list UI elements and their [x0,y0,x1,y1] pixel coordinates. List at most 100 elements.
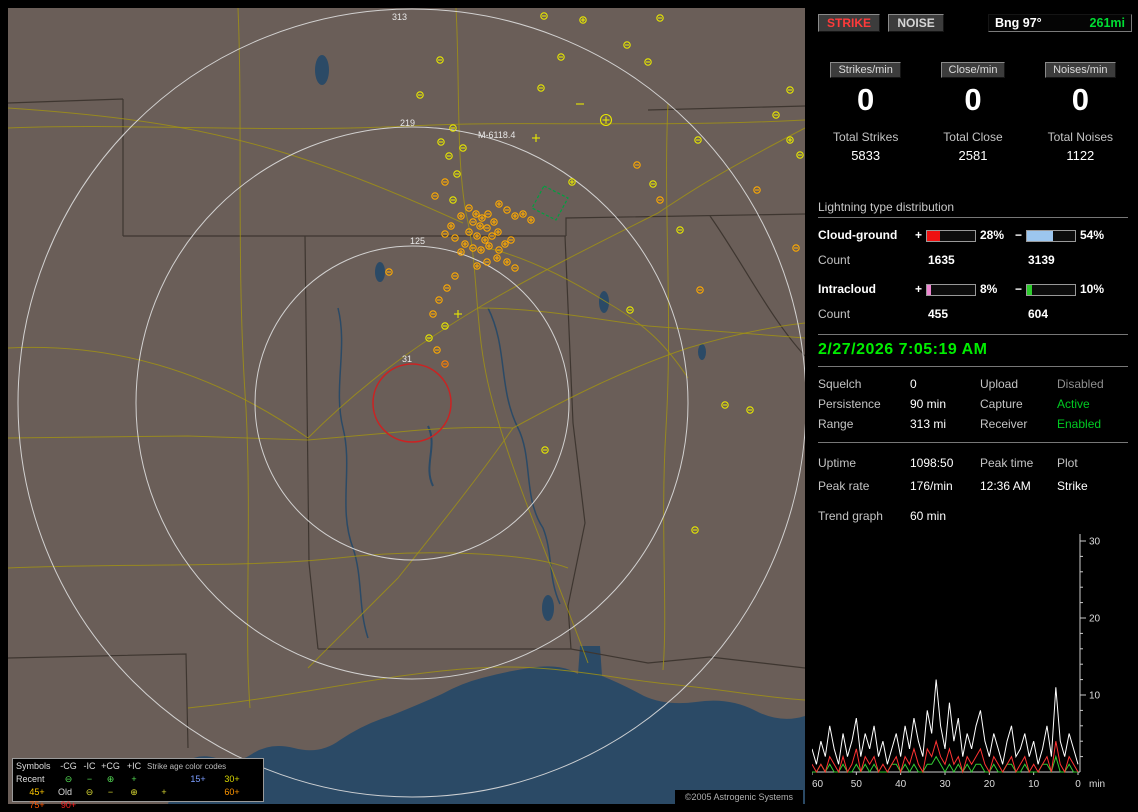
close-per-min-button[interactable]: Close/min [940,62,1006,78]
date-time: 2/27/2026 7:05:19 AM [818,341,988,358]
legend-row-label: Recent [16,774,45,784]
legend-symbols-header: Symbols [16,761,51,771]
bearing-value: Bng 97° [995,16,1042,30]
upload-value: Disabled [1057,377,1104,391]
trend-graph-label: Trend graph [818,509,883,523]
legend-symbol: ⊕ [130,787,138,797]
range-ring-label: 125 [410,236,425,246]
strike-mode-button[interactable]: STRIKE [818,14,881,32]
legend-col-header: -CG [60,761,77,771]
peak-rate-value: 176/min [910,479,953,493]
legend-age-code: 75+ [29,800,45,810]
lake [698,344,706,360]
ic-plus-pct: 8% [980,282,998,296]
noise-mode-button[interactable]: NOISE [888,14,944,32]
distance-value: 261mi [1089,16,1125,30]
uptime-label: Uptime [818,456,857,470]
lightning-map: 313 219 125 31 M-6118.4 [7,7,807,804]
legend-symbol: − [107,787,114,797]
plus-sign: + [915,228,923,242]
legend-age-code: 15+ [190,774,206,784]
ic-plus-count: 455 [928,307,949,321]
legend-symbol: + [131,774,137,784]
cg-minus-bar [1026,230,1076,242]
strikes-per-min-value: 0 [857,82,875,117]
uptime-value: 1098:50 [910,456,954,470]
legend-age-header: Strike age color codes [147,762,227,771]
plus-sign: + [915,282,923,296]
ic-minus-count: 604 [1028,307,1049,321]
svg-text:30: 30 [939,779,951,790]
persistence-label: Persistence [818,397,881,411]
legend-symbol: + [161,787,167,797]
legend-age-code: 45+ [29,787,45,797]
cg-plus-pct: 28% [980,228,1005,242]
minus-sign: − [1015,228,1023,242]
legend-spacer [181,786,215,799]
range-ring-label: 313 [392,12,407,22]
distribution-header: Lightning type distribution [818,200,1128,218]
capture-label: Capture [980,397,1023,411]
cg-count-label: Count [818,253,851,267]
legend-age-code: 90+ [60,800,77,810]
legend-col-header: -IC [83,761,96,771]
persistence-value: 90 min [910,397,947,411]
intracloud-label: Intracloud [818,282,877,296]
app-window: 313 219 125 31 M-6118.4 Symbols -CG -IC +CG +IC… [0,0,1138,812]
trend-graph: 10 20 30 60 50 40 30 20 10 0 min [812,534,1105,790]
strikes-per-min-button[interactable]: Strikes/min [830,62,901,78]
bearing-display: Bng 97° 261mi [988,14,1132,32]
squelch-value: 0 [910,377,917,391]
peak-time-label: Peak time [980,456,1034,470]
cg-plus-count: 1635 [928,253,955,267]
peak-time-value: 12:36 AM [980,479,1031,493]
cg-minus-pct: 54% [1080,228,1105,242]
capture-value: Active [1057,397,1090,411]
receiver-label: Receiver [980,417,1028,431]
plot-label: Plot [1057,456,1078,470]
legend-symbol: ⊖ [85,787,94,797]
storm-cell-label: M-6118.4 [478,130,515,140]
minus-sign: − [1015,282,1023,296]
cg-minus-count: 3139 [1028,253,1055,267]
ic-count-label: Count [818,307,851,321]
svg-text:20: 20 [1089,614,1101,625]
svg-text:0: 0 [1075,779,1081,790]
svg-text:60: 60 [812,779,824,790]
cg-plus-bar [926,230,976,242]
total-close-value: 2581 [958,148,988,163]
legend-row-label: Old [58,787,73,797]
range-ring-label: 31 [402,354,412,364]
legend-symbol: − [86,774,93,784]
peak-rate-label: Peak rate [818,479,870,493]
squelch-label: Squelch [818,377,862,391]
ic-plus-bar [926,284,976,296]
legend-symbol: ⊖ [64,774,73,784]
legend-symbol: ⊕ [106,774,115,784]
total-strikes-value: 5833 [851,148,881,163]
upload-label: Upload [980,377,1019,391]
range-label: Range [818,417,854,431]
svg-text:min: min [1089,779,1105,790]
total-noises-label: Total Noises [1047,130,1113,144]
svg-text:30: 30 [1089,537,1101,548]
range-value: 313 mi [910,417,947,431]
lake [599,291,609,313]
receiver-value: Enabled [1057,417,1102,431]
noises-per-min-button[interactable]: Noises/min [1045,62,1116,78]
cloud-ground-label: Cloud-ground [818,228,898,242]
total-noises-value: 1122 [1066,148,1095,163]
legend-col-header: +CG [101,761,120,771]
ic-minus-pct: 10% [1080,282,1105,296]
map-view[interactable]: 313 219 125 31 M-6118.4 Symbols -CG -IC +CG +IC… [7,7,807,810]
ic-minus-bar [1026,284,1076,296]
svg-text:10: 10 [1089,691,1101,702]
map-legend: Symbols -CG -IC +CG +IC Strike age color code… [12,758,264,810]
copyright: ©2005 Astrogenic Systems [674,790,803,804]
legend-age-code: 60+ [224,787,240,797]
close-per-min-value: 0 [964,82,982,117]
svg-text:50: 50 [851,779,863,790]
svg-text:10: 10 [1028,779,1040,790]
legend-spacer [147,773,181,786]
trend-window-value: 60 min [910,509,947,523]
